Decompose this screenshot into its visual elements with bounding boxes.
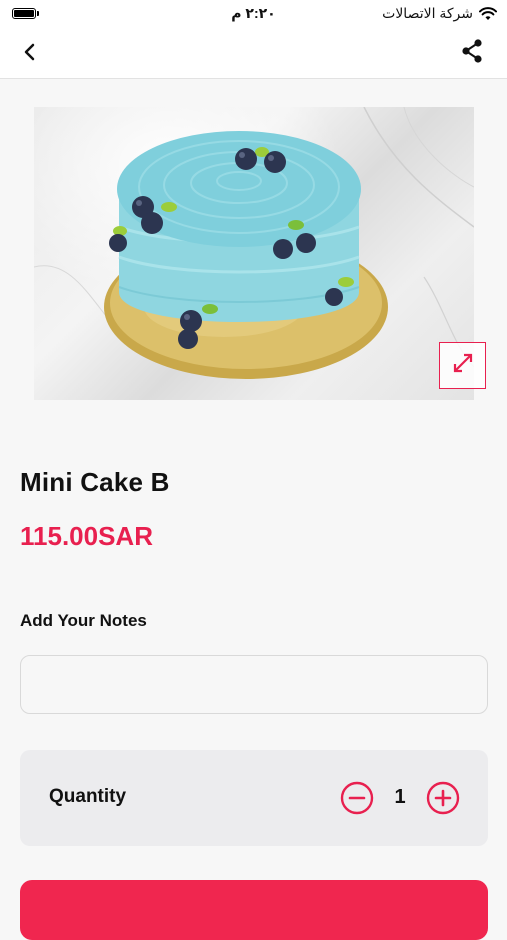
- carrier-name: شركة الاتصالات: [382, 5, 473, 21]
- back-button[interactable]: [16, 40, 44, 68]
- plus-circle-icon: [426, 781, 460, 819]
- expand-image-button[interactable]: [439, 342, 486, 389]
- chevron-left-icon: [23, 43, 37, 66]
- status-bar: ٢:٢٠ م شركة الاتصالات: [0, 0, 507, 28]
- quantity-label: Quantity: [49, 786, 127, 807]
- share-icon: [459, 38, 485, 69]
- quantity-card: Quantity 1: [20, 750, 488, 846]
- nav-bar: [0, 28, 507, 79]
- decrease-quantity-button[interactable]: [340, 781, 374, 815]
- minus-circle-icon: [340, 781, 374, 819]
- notes-label: Add Your Notes: [20, 611, 147, 630]
- expand-icon: [451, 351, 475, 380]
- increase-quantity-button[interactable]: [426, 781, 460, 815]
- product-price: 115.00SAR: [20, 521, 153, 551]
- product-image[interactable]: [34, 107, 474, 400]
- quantity-value: 1: [394, 786, 406, 808]
- carrier-info: شركة الاتصالات: [382, 5, 497, 22]
- add-to-cart-button[interactable]: [20, 880, 488, 940]
- share-button[interactable]: [457, 38, 487, 68]
- cake-illustration: [34, 107, 474, 379]
- product-name: Mini Cake B: [20, 467, 170, 497]
- notes-input[interactable]: [20, 655, 488, 714]
- wifi-icon: [479, 6, 497, 21]
